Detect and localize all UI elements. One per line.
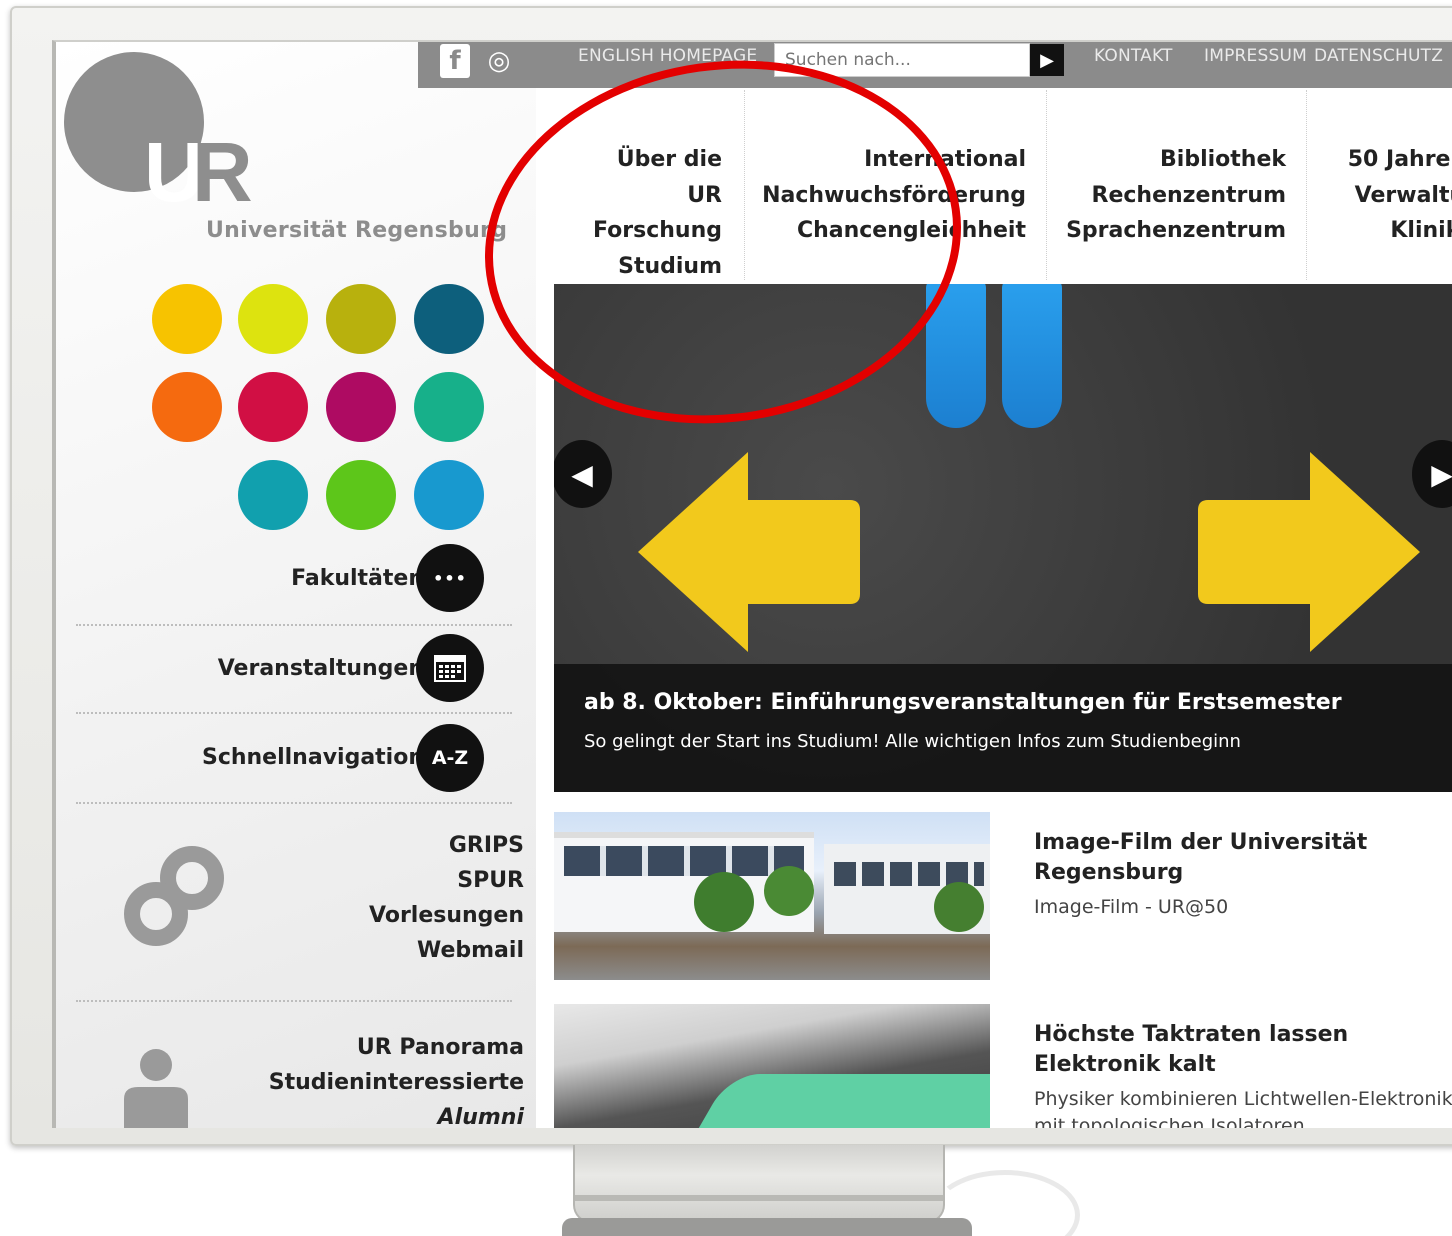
- search-submit-button[interactable]: ▶: [1030, 44, 1064, 76]
- shoe-right: [1002, 284, 1062, 428]
- menu-divider: [1306, 90, 1307, 280]
- photo-stage: U R Universität Regensburg Fakultäten ••…: [0, 0, 1452, 1236]
- news-image-campus[interactable]: [554, 812, 990, 980]
- datenschutz-link[interactable]: DATENSCHUTZ: [1314, 46, 1443, 66]
- veranstaltungen-link[interactable]: Veranstaltungen: [218, 656, 424, 681]
- slider-caption[interactable]: ab 8. Oktober: Einführungsveranstaltunge…: [554, 664, 1452, 792]
- faculty-dot-8[interactable]: [414, 372, 484, 442]
- monitor-bezel: U R Universität Regensburg Fakultäten ••…: [10, 6, 1452, 1146]
- monitor-screen: U R Universität Regensburg Fakultäten ••…: [52, 40, 1452, 1128]
- menu-verwaltung[interactable]: Verwaltur: [1318, 178, 1452, 214]
- news-subtitle-1: Image-Film - UR@50: [1034, 896, 1229, 918]
- faculty-dot-10[interactable]: [326, 460, 396, 530]
- faculty-dot-3[interactable]: [326, 284, 396, 354]
- top-bar: f ◎ ENGLISH HOMEPAGE ▶ KONTAKT IMPRESSUM…: [418, 42, 1452, 88]
- person-icon: [124, 1049, 188, 1128]
- faculty-dot-1[interactable]: [152, 284, 222, 354]
- chain-link-icon: [124, 846, 224, 946]
- kontakt-link[interactable]: KONTAKT: [1094, 46, 1173, 66]
- link-grips[interactable]: GRIPS: [369, 828, 524, 863]
- fakultaeten-link[interactable]: Fakultäten: [291, 566, 424, 591]
- faculty-dot-5[interactable]: [152, 372, 222, 442]
- news-subtitle-2: Physiker kombinieren Lichtwellen-Elektro…: [1034, 1088, 1452, 1128]
- link-vorlesungen[interactable]: Vorlesungen: [369, 898, 524, 933]
- link-alumni[interactable]: Alumni: [269, 1100, 524, 1128]
- slider-prev-button[interactable]: ◀: [554, 440, 612, 508]
- slider-caption-title[interactable]: ab 8. Oktober: Einführungsveranstaltunge…: [584, 690, 1444, 715]
- faculty-dot-2[interactable]: [238, 284, 308, 354]
- instagram-icon[interactable]: ◎: [482, 44, 516, 78]
- menu-column-3: Bibliothek Rechenzentrum Sprachenzentrum: [1064, 142, 1286, 249]
- divider: [76, 624, 512, 626]
- news-title-2[interactable]: Höchste Taktraten lassen Elektronik kalt: [1034, 1020, 1452, 1080]
- yellow-arrow-left-graphic: [638, 452, 860, 652]
- calendar-icon[interactable]: [416, 634, 484, 702]
- sidebar: U R Universität Regensburg Fakultäten ••…: [56, 42, 536, 1128]
- impressum-link[interactable]: IMPRESSUM: [1204, 46, 1307, 66]
- link-webmail[interactable]: Webmail: [369, 933, 524, 968]
- audience-list: UR Panorama Studieninteressierte Alumni: [269, 1030, 524, 1128]
- menu-klinikum[interactable]: Kliniku: [1318, 213, 1452, 249]
- ur-logo-r[interactable]: R: [192, 130, 253, 214]
- news-image-physics[interactable]: [554, 1004, 990, 1128]
- schnellnavigation-link[interactable]: Schnellnavigation: [202, 745, 424, 770]
- link-spur[interactable]: SPUR: [369, 863, 524, 898]
- menu-column-4: 50 Jahre U Verwaltur Kliniku: [1318, 142, 1452, 249]
- quicklinks-list: GRIPS SPUR Vorlesungen Webmail: [369, 828, 524, 968]
- slider-caption-subtitle: So gelingt der Start ins Studium! Alle w…: [584, 731, 1241, 752]
- university-name[interactable]: Universität Regensburg: [206, 218, 507, 243]
- yellow-arrow-right-graphic: [1198, 452, 1420, 652]
- menu-divider: [1046, 90, 1047, 280]
- divider: [76, 1000, 512, 1002]
- news-title-1[interactable]: Image-Film der Universität Regensburg: [1034, 828, 1452, 888]
- menu-50-jahre[interactable]: 50 Jahre U: [1318, 142, 1452, 178]
- facebook-icon[interactable]: f: [440, 44, 470, 78]
- divider: [76, 802, 512, 804]
- menu-rechenzentrum[interactable]: Rechenzentrum: [1064, 178, 1287, 214]
- news-card-1[interactable]: Image-Film der Universität Regensburg Im…: [554, 812, 1452, 980]
- news-card-2[interactable]: Höchste Taktraten lassen Elektronik kalt…: [554, 1004, 1452, 1128]
- link-studieninteressierte[interactable]: Studieninteressierte: [269, 1065, 524, 1100]
- faculty-dot-9[interactable]: [238, 460, 308, 530]
- monitor-cable: [930, 1170, 1080, 1236]
- more-icon[interactable]: •••: [416, 544, 484, 612]
- monitor-stand-base: [562, 1218, 972, 1236]
- link-ur-panorama[interactable]: UR Panorama: [269, 1030, 524, 1065]
- divider: [76, 712, 512, 714]
- menu-sprachenzentrum[interactable]: Sprachenzentrum: [1064, 213, 1286, 249]
- monitor-stand: [573, 1145, 945, 1223]
- faculty-dot-4[interactable]: [414, 284, 484, 354]
- faculty-dot-6[interactable]: [238, 372, 308, 442]
- menu-bibliothek[interactable]: Bibliothek: [1064, 142, 1286, 178]
- faculty-dot-11[interactable]: [414, 460, 484, 530]
- az-icon[interactable]: A-Z: [416, 724, 484, 792]
- faculty-dot-7[interactable]: [326, 372, 396, 442]
